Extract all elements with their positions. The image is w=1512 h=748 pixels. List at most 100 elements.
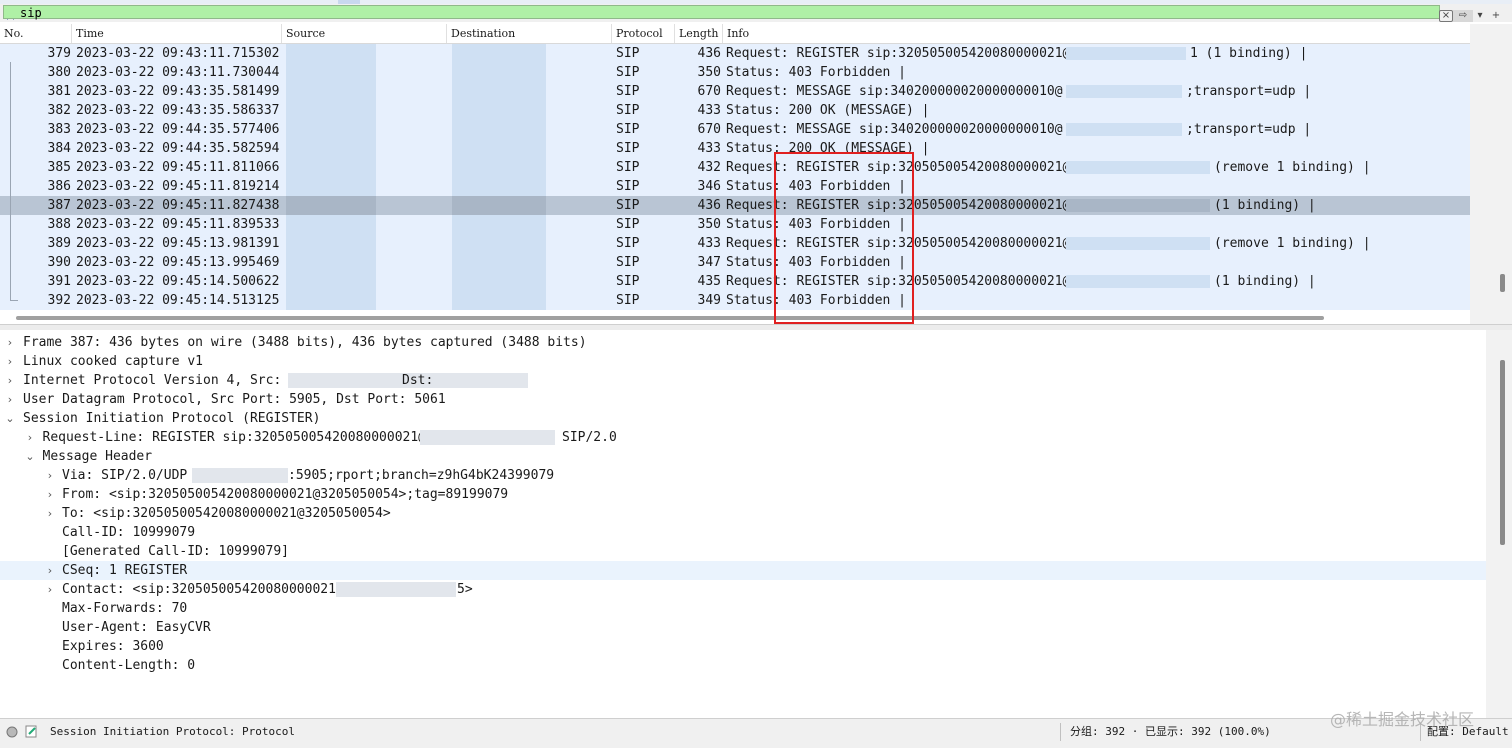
clear-filter-icon[interactable]: ×: [1439, 10, 1453, 22]
packet-list-scroll-thumb[interactable]: [1500, 274, 1505, 292]
details-scroll-thumb[interactable]: [1500, 360, 1505, 545]
expand-arrow-icon[interactable]: ›: [5, 333, 15, 352]
column-source[interactable]: Source: [282, 24, 447, 43]
detail-tree-item[interactable]: User-Agent: EasyCVR: [62, 618, 211, 637]
expand-arrow-icon[interactable]: ›: [45, 504, 55, 523]
detail-tree-item[interactable]: Message Header: [43, 447, 153, 466]
redacted-source: [286, 139, 376, 158]
packet-list-scrollbar[interactable]: [1470, 24, 1512, 324]
display-filter-input[interactable]: sip: [3, 5, 1440, 20]
redacted-destination: [452, 272, 546, 291]
packet-row[interactable]: 392 2023-03-22 09:45:14.513125 SIP 349 Statu…: [0, 291, 1470, 310]
detail-tree-item[interactable]: Internet Protocol Version 4, Src:: [23, 371, 281, 390]
annotation-highlight-box: [774, 152, 914, 324]
packet-time: 2023-03-22 09:45:13.995469: [76, 255, 280, 270]
apply-filter-icon[interactable]: ⇨: [1453, 10, 1473, 22]
expand-arrow-icon[interactable]: ›: [5, 371, 15, 390]
detail-row-highlight: [0, 561, 1486, 580]
packet-row[interactable]: 388 2023-03-22 09:45:11.839533 SIP 350 Statu…: [0, 215, 1470, 234]
detail-tree-item[interactable]: Contact: <sip:320505005420080000021@: [62, 580, 344, 599]
expand-arrow-icon[interactable]: ›: [45, 485, 55, 504]
column-info[interactable]: Info: [723, 24, 1470, 43]
conversation-tree-line: [10, 62, 11, 300]
detail-tree-item[interactable]: From: <sip:320505005420080000021@3205050…: [62, 485, 508, 504]
redacted-address: [336, 582, 456, 597]
capture-status-icon[interactable]: [6, 726, 18, 738]
hscroll-thumb[interactable]: [16, 316, 1324, 320]
redacted-destination: [452, 82, 546, 101]
redacted-address: [420, 430, 555, 445]
detail-tree-item[interactable]: User Datagram Protocol, Src Port: 5905, …: [23, 390, 446, 409]
packet-info-tail: ;transport=udp |: [1186, 122, 1312, 137]
column-protocol[interactable]: Protocol: [612, 24, 675, 43]
column-no[interactable]: No.: [0, 24, 72, 43]
detail-tree-item[interactable]: Session Initiation Protocol (REGISTER): [23, 409, 320, 428]
packet-row[interactable]: 379 2023-03-22 09:43:11.715302 SIP 436 Reque…: [0, 44, 1470, 63]
expand-arrow-icon[interactable]: ›: [45, 561, 55, 580]
detail-tree-item[interactable]: Max-Forwards: 70: [62, 599, 187, 618]
collapse-arrow-icon[interactable]: ⌄: [25, 447, 35, 466]
packet-info: Request: MESSAGE sip:3402000000200000000…: [726, 122, 1063, 137]
detail-tree-item[interactable]: [Generated Call-ID: 10999079]: [62, 542, 289, 561]
redacted-source: [286, 44, 376, 63]
packet-row[interactable]: 383 2023-03-22 09:44:35.577406 SIP 670 Reque…: [0, 120, 1470, 139]
packet-row[interactable]: 381 2023-03-22 09:43:35.581499 SIP 670 Reque…: [0, 82, 1470, 101]
details-scrollbar[interactable]: [1486, 330, 1512, 718]
add-filter-button[interactable]: +: [1489, 10, 1503, 22]
redacted-destination: [452, 44, 546, 63]
detail-tree-item[interactable]: Content-Length: 0: [62, 656, 195, 675]
redacted-destination: [452, 291, 546, 310]
packet-info-tail: (1 binding) |: [1214, 274, 1316, 289]
packet-row[interactable]: 385 2023-03-22 09:45:11.811066 SIP 432 Reque…: [0, 158, 1470, 177]
packet-time: 2023-03-22 09:45:14.500622: [76, 274, 280, 289]
redacted-address: [192, 468, 288, 483]
expand-arrow-icon[interactable]: ›: [5, 390, 15, 409]
packet-list-hscrollbar[interactable]: [0, 311, 1470, 324]
expand-arrow-icon[interactable]: ›: [5, 352, 15, 371]
packet-row[interactable]: 391 2023-03-22 09:45:14.500622 SIP 435 Reque…: [0, 272, 1470, 291]
redacted-source: [286, 291, 376, 310]
detail-tree-item[interactable]: CSeq: 1 REGISTER: [62, 561, 187, 580]
column-length[interactable]: Length: [675, 24, 723, 43]
expand-arrow-icon[interactable]: ›: [25, 428, 35, 447]
packet-length: 432: [697, 160, 721, 175]
packet-row[interactable]: 389 2023-03-22 09:45:13.981391 SIP 433 Reque…: [0, 234, 1470, 253]
packet-protocol: SIP: [616, 179, 640, 194]
detail-tree-item[interactable]: To: <sip:320505005420080000021@320505005…: [62, 504, 391, 523]
packet-row[interactable]: 384 2023-03-22 09:44:35.582594 SIP 433 Statu…: [0, 139, 1470, 158]
packet-time: 2023-03-22 09:43:35.586337: [76, 103, 280, 118]
packet-length: 350: [697, 217, 721, 232]
chevron-down-icon[interactable]: ▾: [1475, 10, 1485, 22]
redacted-destination: [452, 63, 546, 82]
packet-row[interactable]: 390 2023-03-22 09:45:13.995469 SIP 347 Statu…: [0, 253, 1470, 272]
detail-tree-item[interactable]: Linux cooked capture v1: [23, 352, 203, 371]
packet-info-tail: 1 (1 binding) |: [1190, 46, 1308, 61]
detail-tree-item[interactable]: Frame 387: 436 bytes on wire (3488 bits)…: [23, 333, 587, 352]
collapse-arrow-icon[interactable]: ⌄: [5, 409, 15, 428]
packet-length: 346: [697, 179, 721, 194]
packet-length: 347: [697, 255, 721, 270]
edit-comment-icon[interactable]: [25, 725, 38, 738]
column-time[interactable]: Time: [72, 24, 282, 43]
detail-tree-item-suffix: 5>: [457, 582, 473, 597]
expand-arrow-icon[interactable]: ›: [45, 466, 55, 485]
detail-tree-item[interactable]: Expires: 3600: [62, 637, 164, 656]
redacted-destination: [452, 101, 546, 120]
packet-row[interactable]: 382 2023-03-22 09:43:35.586337 SIP 433 Statu…: [0, 101, 1470, 120]
packet-length: 433: [697, 236, 721, 251]
packet-protocol: SIP: [616, 84, 640, 99]
packet-time: 2023-03-22 09:45:11.811066: [76, 160, 280, 175]
column-destination[interactable]: Destination: [447, 24, 612, 43]
detail-tree-item[interactable]: Via: SIP/2.0/UDP: [62, 466, 187, 485]
packet-number: 379: [47, 46, 71, 61]
packet-row[interactable]: 380 2023-03-22 09:43:11.730044 SIP 350 Statu…: [0, 63, 1470, 82]
packet-row[interactable]: 387 2023-03-22 09:45:11.827438 SIP 436 Reque…: [0, 196, 1470, 215]
packet-length: 349: [697, 293, 721, 308]
expand-arrow-icon[interactable]: ›: [45, 580, 55, 599]
redacted-destination: [452, 234, 546, 253]
packet-time: 2023-03-22 09:43:11.715302: [76, 46, 280, 61]
packet-time: 2023-03-22 09:44:35.577406: [76, 122, 280, 137]
packet-row[interactable]: 386 2023-03-22 09:45:11.819214 SIP 346 Statu…: [0, 177, 1470, 196]
detail-tree-item[interactable]: Request-Line: REGISTER sip:3205050054200…: [43, 428, 427, 447]
detail-tree-item[interactable]: Call-ID: 10999079: [62, 523, 195, 542]
